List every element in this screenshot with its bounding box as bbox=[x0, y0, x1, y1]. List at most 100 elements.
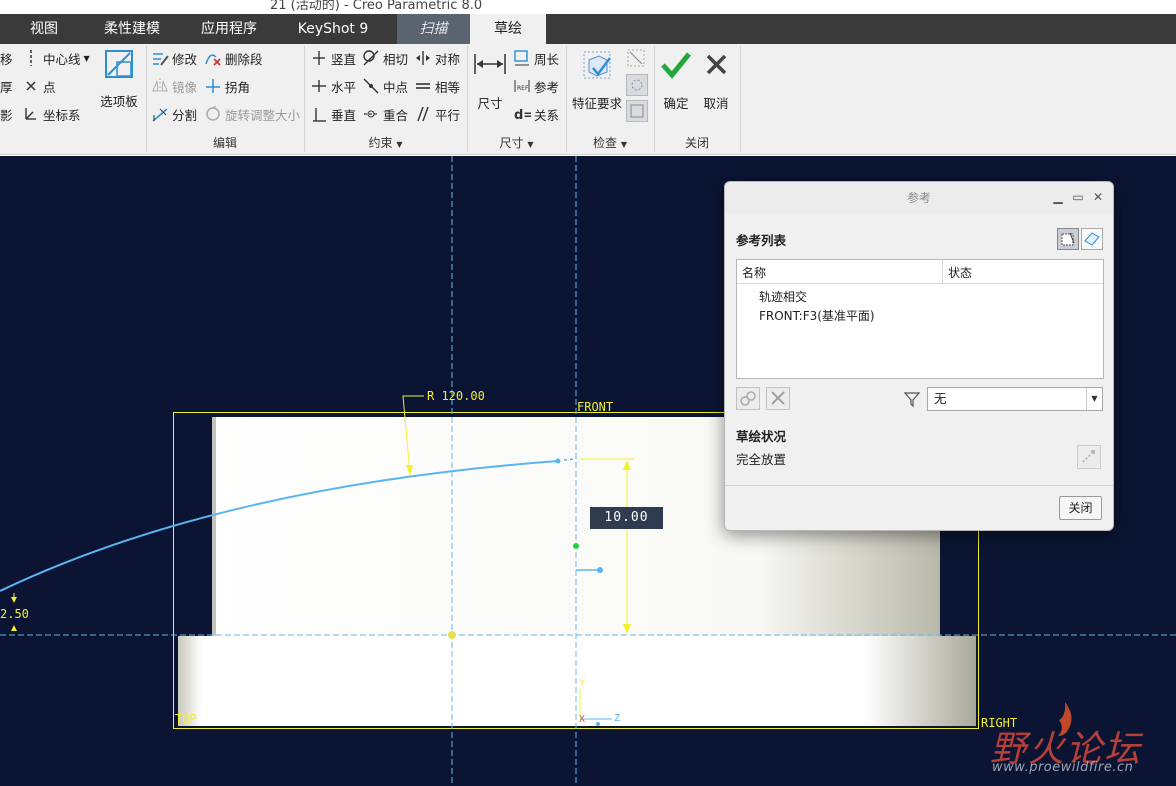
tangent-constraint-button[interactable]: 相切 bbox=[362, 48, 408, 68]
mirror-button[interactable]: 镜像 bbox=[151, 76, 197, 96]
centerline-label: 中心线 bbox=[43, 51, 81, 67]
radius-dimension-text[interactable]: R 120.00 bbox=[427, 389, 485, 403]
cross-section-toggle[interactable] bbox=[1081, 228, 1103, 250]
left-dimension-text[interactable]: 2.50 bbox=[0, 607, 29, 621]
rotate-icon bbox=[204, 105, 222, 123]
perpendicular-constraint-button[interactable]: 垂直 bbox=[310, 104, 356, 124]
perimeter-button[interactable]: 周长 bbox=[513, 48, 559, 68]
horizontal-constraint-button[interactable]: 水平 bbox=[310, 76, 356, 96]
maximize-icon[interactable]: ▭ bbox=[1071, 190, 1085, 204]
open-ends-icon bbox=[627, 75, 645, 93]
column-name-header[interactable]: 名称 bbox=[737, 260, 943, 284]
shade-closed-loops-button[interactable] bbox=[626, 100, 648, 122]
equal-label: 相等 bbox=[435, 79, 461, 95]
csys-label: 坐标系 bbox=[43, 107, 81, 123]
active-dimension-value[interactable]: 10.00 bbox=[590, 507, 663, 529]
coincident-constraint-button[interactable]: 重合 bbox=[362, 104, 408, 124]
tab-keyshot[interactable]: KeyShot 9 bbox=[290, 14, 376, 44]
relation-button[interactable]: d= 关系 bbox=[513, 104, 559, 124]
table-row[interactable]: FRONT:F3(基准平面) bbox=[759, 307, 875, 324]
window-title-bar: 21 (活动的) - Creo Parametric 8.0 bbox=[0, 0, 1176, 14]
cross-section-icon bbox=[1084, 232, 1100, 246]
feature-requirements-button[interactable]: 特征要求 bbox=[570, 48, 624, 112]
delete-segment-label: 删除段 bbox=[225, 51, 263, 67]
vertical-constraint-button[interactable]: 竖直 bbox=[310, 48, 356, 68]
sketch-point-blue[interactable] bbox=[597, 567, 603, 573]
mirror-label: 镜像 bbox=[172, 79, 198, 95]
front-plane-label[interactable]: FRONT bbox=[577, 400, 613, 414]
reference-dim-icon: REF bbox=[513, 77, 531, 95]
dimension-button[interactable]: 尺寸 bbox=[470, 48, 510, 112]
tab-view[interactable]: 视图 bbox=[0, 14, 88, 44]
axis-z-label: Z bbox=[614, 713, 620, 724]
parallel-label: 平行 bbox=[435, 107, 461, 123]
origin-point[interactable] bbox=[448, 631, 456, 639]
highlight-open-ends-button[interactable] bbox=[626, 74, 648, 96]
delete-reference-button[interactable] bbox=[766, 387, 790, 410]
constrain-group-text: 约束 bbox=[368, 136, 393, 150]
perimeter-icon bbox=[513, 49, 531, 67]
table-row[interactable]: 轨迹相交 bbox=[759, 288, 807, 305]
csys-button[interactable]: 坐标系 bbox=[22, 104, 81, 124]
tab-sketch[interactable]: 草绘 bbox=[470, 14, 546, 44]
divide-button[interactable]: 分割 bbox=[151, 104, 197, 124]
offset-label: 移 bbox=[0, 51, 13, 67]
dimension-label: 尺寸 bbox=[477, 96, 503, 111]
svg-text:REF: REF bbox=[517, 85, 529, 92]
overlap-check-button[interactable] bbox=[626, 48, 648, 70]
symmetric-constraint-button[interactable]: 对称 bbox=[414, 48, 460, 68]
reference-list-label: 参考列表 bbox=[736, 233, 787, 248]
close-icon bbox=[701, 50, 731, 83]
cancel-button[interactable]: 取消 bbox=[698, 50, 734, 112]
sketch-status-value: 完全放置 bbox=[736, 452, 787, 467]
thicken-button[interactable]: 厚 bbox=[0, 76, 13, 96]
dimension-group-text: 尺寸 bbox=[499, 136, 524, 150]
project-button[interactable]: 影 bbox=[0, 104, 13, 124]
horizontal-label: 水平 bbox=[331, 79, 357, 95]
constrain-group-label[interactable]: 约束 ▼ bbox=[304, 134, 467, 151]
ok-label: 确定 bbox=[663, 96, 689, 111]
forum-watermark: 野火论坛 www.proewildfire.cn bbox=[990, 700, 1166, 782]
point-icon bbox=[22, 77, 40, 95]
close-dialog-button[interactable]: 关闭 bbox=[1059, 496, 1102, 520]
chevron-down-icon[interactable]: ▼ bbox=[1086, 388, 1102, 410]
midpoint-constraint-button[interactable]: 中点 bbox=[362, 76, 408, 96]
solve-button[interactable] bbox=[1077, 445, 1101, 469]
parallel-constraint-button[interactable]: 平行 bbox=[414, 104, 460, 124]
corner-button[interactable]: 拐角 bbox=[204, 76, 250, 96]
reference-dim-button[interactable]: REF 参考 bbox=[513, 76, 559, 96]
select-reference-toggle[interactable] bbox=[1057, 228, 1079, 250]
window-title: 21 (活动的) - Creo Parametric 8.0 bbox=[270, 0, 483, 13]
tab-sweep[interactable]: 扫描 bbox=[397, 14, 470, 44]
close-window-icon[interactable]: ✕ bbox=[1091, 190, 1105, 204]
delete-icon bbox=[771, 391, 785, 405]
link-reference-button[interactable] bbox=[736, 387, 760, 410]
modify-button[interactable]: 修改 bbox=[151, 48, 197, 68]
modify-icon bbox=[151, 49, 169, 67]
mirror-icon bbox=[151, 77, 169, 95]
rotate-resize-button[interactable]: 旋转调整大小 bbox=[204, 104, 300, 124]
top-plane-label[interactable]: TOP bbox=[175, 712, 197, 726]
minimize-icon[interactable]: ▁ bbox=[1051, 190, 1065, 204]
centerline-button[interactable]: 中心线 ▼ bbox=[22, 48, 90, 68]
relation-icon: d= bbox=[513, 105, 534, 123]
sketch-point-green[interactable] bbox=[573, 543, 579, 549]
tangent-icon bbox=[362, 49, 380, 67]
perpendicular-icon bbox=[310, 105, 328, 123]
tab-applications[interactable]: 应用程序 bbox=[186, 14, 272, 44]
closed-loops-icon bbox=[627, 101, 645, 119]
references-dialog: 参考 ▁ ▭ ✕ 参考列表 名称 状态 轨迹相交 FRONT:F3(基准平面) … bbox=[724, 181, 1114, 531]
column-status-header[interactable]: 状态 bbox=[943, 260, 1103, 284]
equal-constraint-button[interactable]: 相等 bbox=[414, 76, 460, 96]
tab-flexible-modeling[interactable]: 柔性建模 bbox=[88, 14, 176, 44]
ok-button[interactable]: 确定 bbox=[658, 50, 694, 112]
dimension-group-label[interactable]: 尺寸 ▼ bbox=[467, 134, 566, 151]
point-button[interactable]: 点 bbox=[22, 76, 56, 96]
offset-button[interactable]: 移 bbox=[0, 48, 13, 68]
model-edge bbox=[212, 417, 216, 637]
delete-segment-button[interactable]: 删除段 bbox=[204, 48, 263, 68]
arc-endpoint[interactable] bbox=[555, 458, 561, 464]
inspect-group-label[interactable]: 检查 ▼ bbox=[566, 134, 654, 151]
filter-select[interactable]: 无 ▼ bbox=[927, 387, 1103, 411]
palette-button[interactable]: 选项板 bbox=[98, 48, 140, 110]
